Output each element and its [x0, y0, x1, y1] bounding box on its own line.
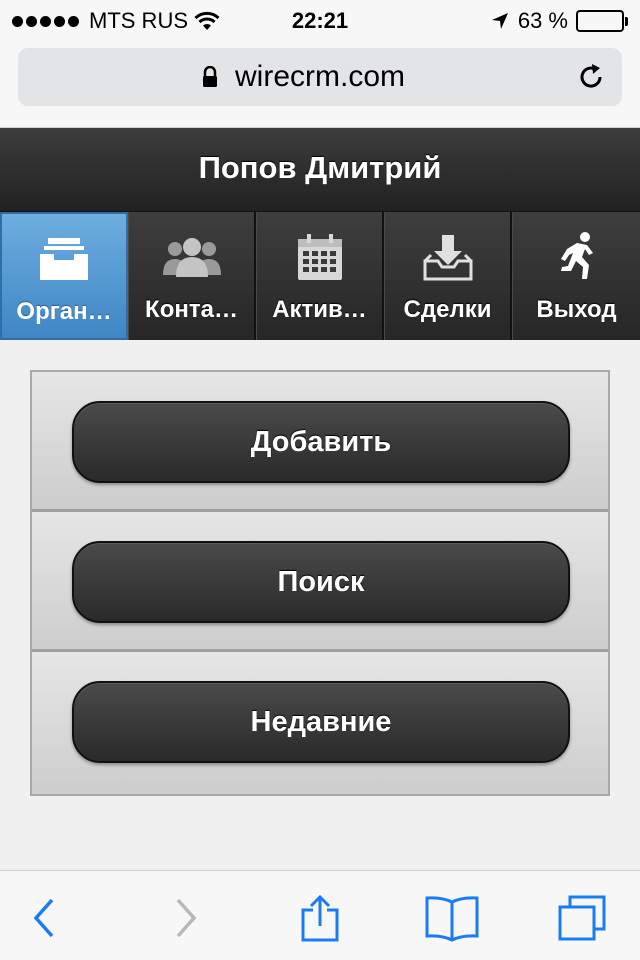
back-button[interactable]	[14, 893, 74, 943]
nav-item-contacts[interactable]: Конта…	[128, 212, 256, 340]
nav-bar: Орган… Конта… Актив… Сделки Выход	[0, 212, 640, 340]
forward-button[interactable]	[156, 893, 216, 943]
status-bar: MTS RUS 22:21 63 %	[0, 0, 640, 40]
recent-button[interactable]: Недавние	[72, 681, 570, 763]
nav-item-activities[interactable]: Актив…	[256, 212, 384, 340]
add-button[interactable]: Добавить	[72, 401, 570, 483]
download-tray-icon	[385, 230, 510, 284]
nav-label: Орган…	[16, 298, 112, 325]
search-button[interactable]: Поиск	[72, 541, 570, 623]
nav-label: Актив…	[272, 296, 367, 323]
page-title: Попов Дмитрий	[198, 150, 442, 185]
battery-percent: 63 %	[517, 8, 568, 33]
list-item: Добавить	[32, 372, 608, 512]
reload-icon[interactable]	[576, 62, 606, 92]
url-text: wirecrm.com	[235, 60, 405, 93]
nav-item-exit[interactable]: Выход	[512, 212, 640, 340]
bookmarks-button[interactable]	[422, 893, 482, 943]
running-man-icon	[513, 230, 640, 284]
app-header: Попов Дмитрий	[0, 128, 640, 212]
action-list: Добавить Поиск Недавние	[30, 370, 610, 796]
forward-icon	[176, 898, 197, 938]
contacts-people-icon	[129, 230, 254, 284]
bookmarks-icon	[425, 896, 479, 942]
list-item: Недавние	[32, 652, 608, 792]
status-right: 63 %	[490, 8, 628, 34]
share-icon	[301, 894, 339, 942]
tabs-button[interactable]	[552, 893, 612, 943]
nav-item-deals[interactable]: Сделки	[384, 212, 512, 340]
battery-icon	[576, 10, 628, 32]
inbox-tray-icon	[2, 232, 126, 286]
browser-address-area: wirecrm.com	[0, 40, 640, 128]
back-icon	[33, 898, 54, 938]
url-field[interactable]: wirecrm.com	[18, 48, 622, 106]
calendar-icon	[257, 230, 382, 284]
tabs-icon	[558, 895, 606, 941]
location-arrow-icon	[491, 13, 508, 29]
nav-label: Выход	[536, 296, 617, 323]
nav-label: Сделки	[403, 296, 492, 323]
nav-item-organizations[interactable]: Орган…	[0, 212, 128, 340]
browser-toolbar	[0, 870, 640, 960]
share-button[interactable]	[290, 893, 350, 943]
nav-label: Конта…	[145, 296, 238, 323]
list-item: Поиск	[32, 512, 608, 652]
